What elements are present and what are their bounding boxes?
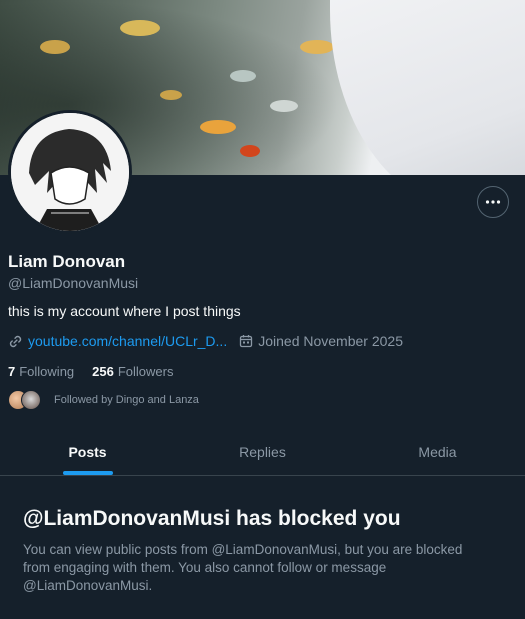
more-icon <box>485 200 501 204</box>
profile-avatar[interactable] <box>8 110 132 234</box>
banner-leaf <box>160 90 182 100</box>
profile-stats: 7 Following 256 Followers <box>8 364 173 379</box>
tab-media[interactable]: Media <box>350 428 525 475</box>
banner-leaf <box>40 40 70 54</box>
banner-leaf <box>270 100 298 112</box>
blocked-message: You can view public posts from @LiamDono… <box>23 542 463 593</box>
banner-leaf <box>240 145 260 157</box>
banner-leaf <box>300 40 334 54</box>
banner-leaf <box>200 120 236 134</box>
more-options-button[interactable] <box>477 186 509 218</box>
avatar-image <box>11 113 129 231</box>
calendar-icon <box>240 335 253 348</box>
profile-tabs: Posts Replies Media <box>0 428 525 476</box>
profile-bio: this is my account where I post things <box>8 303 241 319</box>
following-count: 7 <box>8 364 16 379</box>
tab-posts[interactable]: Posts <box>0 428 175 475</box>
following-link[interactable]: 7 Following <box>8 364 74 379</box>
banner-cloth <box>330 0 525 175</box>
banner-leaf <box>120 20 160 36</box>
following-label: Following <box>19 364 75 379</box>
followers-count: 256 <box>92 364 114 379</box>
follower-avatar <box>21 390 41 410</box>
followers-link[interactable]: 256 Followers <box>92 364 173 379</box>
link-icon <box>9 335 22 347</box>
followed-by[interactable]: Followed by Dingo and Lanza <box>8 390 199 410</box>
profile-link[interactable]: youtube.com/channel/UCLr_D... <box>28 333 227 349</box>
banner-leaf <box>230 70 256 82</box>
profile-name: Liam Donovan <box>8 252 126 271</box>
joined-date: Joined November 2025 <box>258 333 403 349</box>
followed-by-text: Followed by Dingo and Lanza <box>54 394 199 406</box>
profile-handle: @LiamDonovanMusi <box>8 275 139 291</box>
tab-replies[interactable]: Replies <box>175 428 350 475</box>
profile-meta: youtube.com/channel/UCLr_D... Joined Nov… <box>8 333 403 349</box>
followers-label: Followers <box>117 364 174 379</box>
blocked-title: @LiamDonovanMusi has blocked you <box>23 507 401 530</box>
